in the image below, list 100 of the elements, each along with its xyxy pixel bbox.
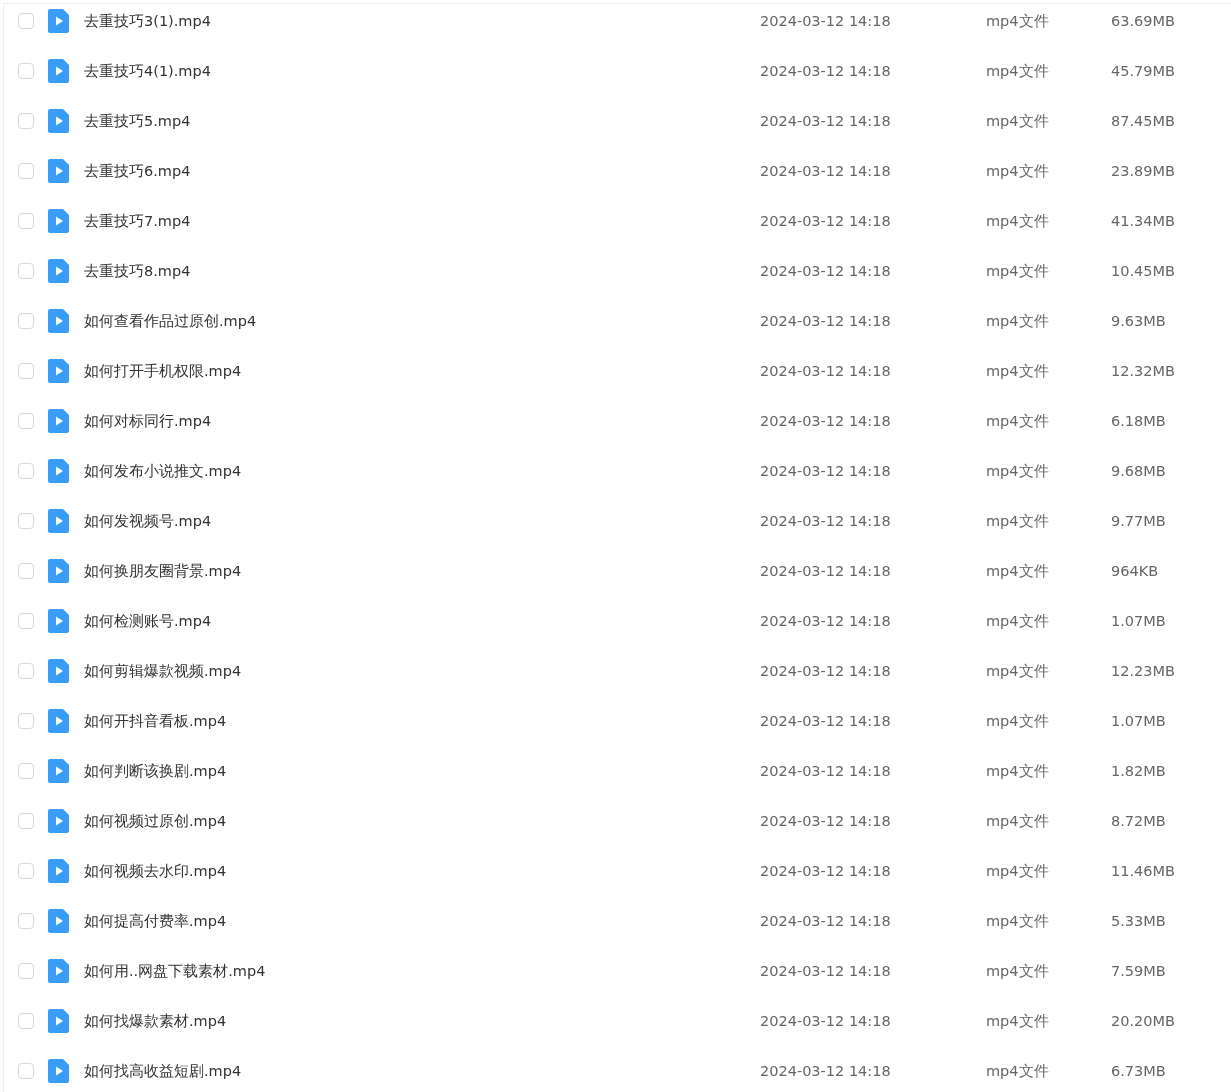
modified-date: 2024-03-12 14:18 (760, 863, 892, 879)
file-size: 6.73MB (1111, 1063, 1166, 1079)
modified-date: 2024-03-12 14:18 (760, 813, 892, 829)
checkbox[interactable] (18, 13, 34, 29)
file-name[interactable]: 去重技巧3(1).mp4 (84, 11, 760, 31)
file-type: mp4文件 (986, 111, 1050, 131)
file-name[interactable]: 如何打开手机权限.mp4 (84, 361, 760, 381)
checkbox[interactable] (18, 713, 34, 729)
file-type: mp4文件 (986, 11, 1050, 31)
file-name[interactable]: 如何开抖音看板.mp4 (84, 711, 760, 731)
checkbox[interactable] (18, 113, 34, 129)
file-type: mp4文件 (986, 211, 1050, 231)
modified-date: 2024-03-12 14:18 (760, 63, 892, 79)
video-file-icon (48, 259, 69, 283)
video-file-icon (48, 359, 69, 383)
video-file-icon (48, 859, 69, 883)
file-size: 1.07MB (1111, 613, 1166, 629)
file-name[interactable]: 如何找爆款素材.mp4 (84, 1011, 760, 1031)
file-type: mp4文件 (986, 461, 1050, 481)
file-size: 9.68MB (1111, 463, 1166, 479)
checkbox[interactable] (18, 963, 34, 979)
file-name[interactable]: 如何发布小说推文.mp4 (84, 461, 760, 481)
checkbox[interactable] (18, 1013, 34, 1029)
modified-date: 2024-03-12 14:18 (760, 613, 892, 629)
file-size: 45.79MB (1111, 63, 1175, 79)
video-file-icon (48, 1009, 69, 1033)
file-name[interactable]: 去重技巧4(1).mp4 (84, 61, 760, 81)
file-name[interactable]: 如何换朋友圈背景.mp4 (84, 561, 760, 581)
checkbox[interactable] (18, 63, 34, 79)
file-type: mp4文件 (986, 411, 1050, 431)
file-name[interactable]: 如何查看作品过原创.mp4 (84, 311, 760, 331)
checkbox[interactable] (18, 413, 34, 429)
file-size: 12.32MB (1111, 363, 1175, 379)
video-file-icon (48, 959, 69, 983)
file-name[interactable]: 如何用..网盘下载素材.mp4 (84, 961, 760, 981)
file-size: 41.34MB (1111, 213, 1175, 229)
checkbox[interactable] (18, 463, 34, 479)
file-type: mp4文件 (986, 661, 1050, 681)
file-type: mp4文件 (986, 761, 1050, 781)
modified-date: 2024-03-12 14:18 (760, 563, 892, 579)
modified-date: 2024-03-12 14:18 (760, 513, 892, 529)
modified-date: 2024-03-12 14:18 (760, 713, 892, 729)
file-type: mp4文件 (986, 611, 1050, 631)
checkbox[interactable] (18, 613, 34, 629)
video-file-icon (48, 809, 69, 833)
video-file-icon (48, 209, 69, 233)
file-name[interactable]: 去重技巧8.mp4 (84, 261, 760, 281)
file-name[interactable]: 如何发视频号.mp4 (84, 511, 760, 531)
file-name[interactable]: 去重技巧5.mp4 (84, 111, 760, 131)
video-file-icon (48, 409, 69, 433)
file-name[interactable]: 如何提高付费率.mp4 (84, 911, 760, 931)
file-name[interactable]: 去重技巧6.mp4 (84, 161, 760, 181)
modified-date: 2024-03-12 14:18 (760, 163, 892, 179)
checkbox[interactable] (18, 663, 34, 679)
file-type: mp4文件 (986, 1061, 1050, 1081)
checkbox[interactable] (18, 163, 34, 179)
file-size: 5.33MB (1111, 913, 1166, 929)
modified-date: 2024-03-12 14:18 (760, 763, 892, 779)
file-size: 1.07MB (1111, 713, 1166, 729)
file-type: mp4文件 (986, 911, 1050, 931)
video-file-icon (48, 759, 69, 783)
video-file-icon (48, 559, 69, 583)
file-type: mp4文件 (986, 961, 1050, 981)
video-file-icon (48, 609, 69, 633)
checkbox[interactable] (18, 913, 34, 929)
modified-date: 2024-03-12 14:18 (760, 413, 892, 429)
file-name[interactable]: 如何对标同行.mp4 (84, 411, 760, 431)
modified-date: 2024-03-12 14:18 (760, 663, 892, 679)
video-file-icon (48, 9, 69, 33)
checkbox[interactable] (18, 563, 34, 579)
checkbox[interactable] (18, 863, 34, 879)
checkbox[interactable] (18, 513, 34, 529)
file-name[interactable]: 如何剪辑爆款视频.mp4 (84, 661, 760, 681)
video-file-icon (48, 109, 69, 133)
video-file-icon (48, 709, 69, 733)
video-file-icon (48, 659, 69, 683)
file-name[interactable]: 如何检测账号.mp4 (84, 611, 760, 631)
file-name[interactable]: 如何找高收益短剧.mp4 (84, 1061, 760, 1081)
file-name[interactable]: 如何判断该换剧.mp4 (84, 761, 760, 781)
modified-date: 2024-03-12 14:18 (760, 363, 892, 379)
file-size: 87.45MB (1111, 113, 1175, 129)
checkbox[interactable] (18, 363, 34, 379)
video-file-icon (48, 309, 69, 333)
file-name[interactable]: 去重技巧7.mp4 (84, 211, 760, 231)
checkbox[interactable] (18, 213, 34, 229)
video-file-icon (48, 909, 69, 933)
file-size: 7.59MB (1111, 963, 1166, 979)
video-file-icon (48, 509, 69, 533)
file-type: mp4文件 (986, 811, 1050, 831)
modified-date: 2024-03-12 14:18 (760, 263, 892, 279)
file-size: 964KB (1111, 563, 1159, 579)
file-name[interactable]: 如何视频过原创.mp4 (84, 811, 760, 831)
modified-date: 2024-03-12 14:18 (760, 313, 892, 329)
checkbox[interactable] (18, 813, 34, 829)
checkbox[interactable] (18, 763, 34, 779)
checkbox[interactable] (18, 313, 34, 329)
checkbox[interactable] (18, 263, 34, 279)
file-name[interactable]: 如何视频去水印.mp4 (84, 861, 760, 881)
file-size: 23.89MB (1111, 163, 1175, 179)
checkbox[interactable] (18, 1063, 34, 1079)
